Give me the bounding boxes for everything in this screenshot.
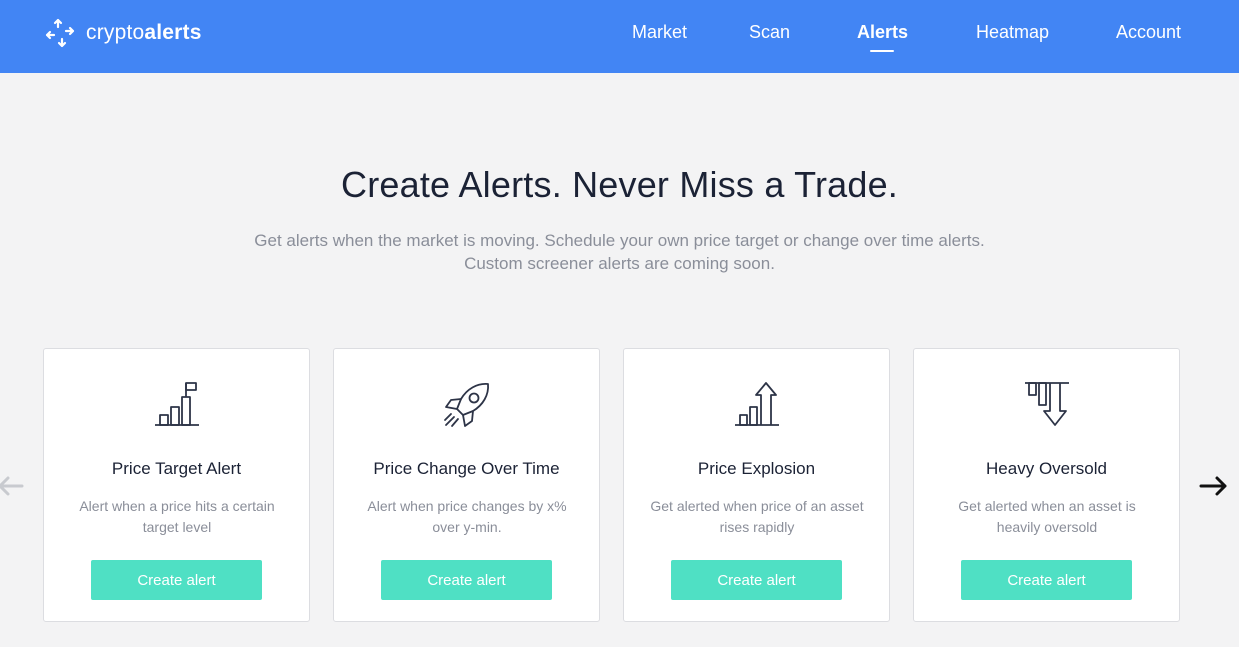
card-title: Heavy Oversold bbox=[986, 459, 1107, 478]
bar-chart-up-arrow-icon bbox=[734, 382, 779, 426]
card-title: Price Explosion bbox=[697, 459, 816, 478]
brand-name-bold: alerts bbox=[144, 21, 202, 44]
card-description: Alert when a price hits a certain target… bbox=[79, 498, 275, 535]
card-title: Price Target Alert bbox=[111, 459, 242, 478]
alert-card-price-explosion: Price Explosion Get alerted when price o… bbox=[623, 348, 890, 622]
page-subtitle-line-2: Custom screener alerts are coming soon. bbox=[464, 254, 775, 273]
brand-logo[interactable]: cryptoalerts bbox=[44, 17, 202, 49]
nav-item-market[interactable]: Market bbox=[632, 22, 687, 43]
carousel-prev-arrow-icon[interactable] bbox=[0, 470, 26, 502]
brand-name-light: crypto bbox=[86, 21, 145, 44]
top-navbar: cryptoalerts Market Scan Alerts Heatmap … bbox=[0, 0, 1239, 73]
alert-card-heavy-oversold: Heavy Oversold Get alerted when an asset… bbox=[913, 348, 1180, 622]
rocket-icon bbox=[443, 383, 489, 427]
alert-card-price-target: Price Target Alert Alert when a price hi… bbox=[43, 348, 310, 622]
bar-down-arrow-icon bbox=[1024, 382, 1069, 426]
carousel-next-arrow-icon[interactable] bbox=[1198, 470, 1230, 502]
page-subtitle-line-1: Get alerts when the market is moving. Sc… bbox=[254, 231, 985, 250]
crosshair-logo-icon bbox=[45, 18, 75, 48]
card-description: Get alerted when price of an asset rises… bbox=[650, 498, 864, 535]
card-description: Alert when price changes by x% over y-mi… bbox=[367, 498, 567, 535]
nav-item-heatmap[interactable]: Heatmap bbox=[976, 22, 1049, 43]
page-subtitle: Get alerts when the market is moving. Sc… bbox=[0, 229, 1239, 275]
bar-chart-flag-icon bbox=[154, 382, 199, 426]
page-title: Create Alerts. Never Miss a Trade. bbox=[341, 164, 898, 205]
create-alert-button[interactable]: Create alert bbox=[91, 560, 262, 600]
brand-name: cryptoalerts bbox=[86, 21, 202, 45]
nav-item-alerts[interactable]: Alerts bbox=[856, 22, 908, 52]
nav-item-scan[interactable]: Scan bbox=[749, 22, 790, 43]
card-title: Price Change Over Time bbox=[373, 459, 560, 478]
nav-item-alerts-label: Alerts bbox=[856, 22, 908, 42]
create-alert-button[interactable]: Create alert bbox=[961, 560, 1132, 600]
alert-card-price-change: Price Change Over Time Alert when price … bbox=[333, 348, 600, 622]
active-nav-indicator bbox=[870, 50, 895, 52]
nav-item-account[interactable]: Account bbox=[1116, 22, 1181, 43]
create-alert-button[interactable]: Create alert bbox=[381, 560, 552, 600]
card-description: Get alerted when an asset is heavily ove… bbox=[958, 498, 1136, 535]
create-alert-button[interactable]: Create alert bbox=[671, 560, 842, 600]
